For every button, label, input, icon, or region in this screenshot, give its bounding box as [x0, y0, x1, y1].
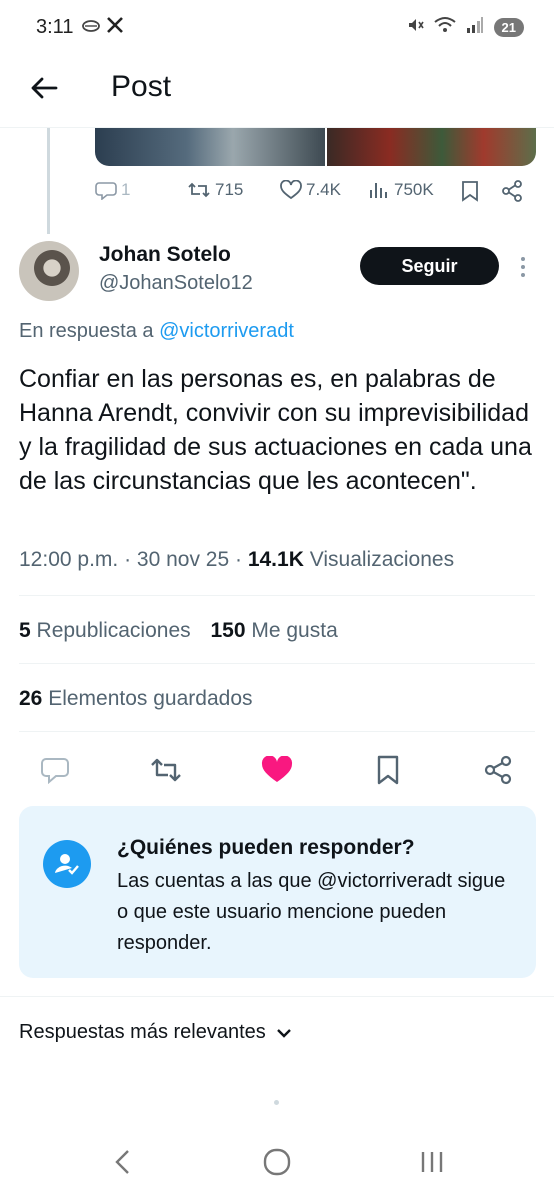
- reply-icon: [41, 758, 69, 784]
- heart-filled-icon: [261, 756, 293, 782]
- system-navigation-bar: [0, 1130, 554, 1200]
- reply-context: En respuesta a @victorriveradt: [19, 320, 294, 343]
- status-bar: 3:11 21: [0, 0, 554, 56]
- meta-separator: ·: [124, 548, 137, 571]
- page-title: Post: [111, 70, 172, 103]
- verified-user-icon: [43, 840, 91, 888]
- status-right-icons: 21: [406, 16, 524, 39]
- x-logo-icon: [106, 16, 124, 39]
- mute-icon: [406, 16, 424, 39]
- more-dot-icon: [521, 265, 525, 269]
- tweet-action-bar: [0, 750, 554, 790]
- system-recents-button[interactable]: [408, 1142, 456, 1182]
- thread-connector-line: [47, 128, 50, 234]
- scroll-indicator: [274, 1100, 279, 1105]
- bookmark-button[interactable]: [370, 752, 406, 788]
- author-name[interactable]: Johan Sotelo: [99, 243, 231, 267]
- divider: [19, 663, 535, 664]
- section-divider: [0, 996, 554, 997]
- replies-sort-dropdown[interactable]: Respuestas más relevantes: [19, 1021, 292, 1044]
- bookmarks-stat[interactable]: 26 Elementos guardados: [19, 687, 253, 711]
- tweet-meta: 12:00 p.m. · 30 nov 25 · 14.1K Visualiza…: [19, 548, 454, 572]
- parent-media-image-1[interactable]: [95, 128, 325, 166]
- chevron-left-icon: [115, 1150, 129, 1174]
- likes-label: Me gusta: [251, 619, 338, 642]
- system-back-button[interactable]: [98, 1142, 146, 1182]
- more-options-button[interactable]: [514, 253, 532, 281]
- saved-label: Elementos guardados: [48, 687, 253, 710]
- engagement-stats: 5 Republicaciones 150 Me gusta: [19, 619, 338, 643]
- status-time: 3:11: [36, 16, 74, 38]
- bookmark-icon: [462, 181, 478, 202]
- reposts-count: 5: [19, 619, 31, 642]
- home-circle-icon: [263, 1148, 291, 1176]
- author-handle[interactable]: @JohanSotelo12: [99, 272, 253, 295]
- cloud-icon: [82, 18, 100, 37]
- back-button[interactable]: [26, 70, 62, 106]
- more-dot-icon: [521, 273, 525, 277]
- replies-sort-label: Respuestas más relevantes: [19, 1021, 266, 1043]
- battery-indicator: 21: [493, 18, 524, 37]
- parent-action-bar: 1 715 7.4K 750K: [95, 180, 535, 212]
- likes-count: 150: [210, 619, 246, 642]
- chevron-down-icon: [276, 1028, 291, 1038]
- parent-reply-button[interactable]: 1: [95, 180, 130, 200]
- parent-media[interactable]: [95, 128, 536, 166]
- tweet-views-count: 14.1K: [247, 548, 304, 571]
- likes-stat[interactable]: 150 Me gusta: [210, 619, 337, 642]
- parent-repost-count: 715: [215, 180, 244, 199]
- who-can-reply-description: Las cuentas a las que @victorriveradt si…: [117, 870, 506, 954]
- reply-mention-link[interactable]: @victorriveradt: [159, 320, 294, 342]
- repost-icon: [151, 758, 181, 782]
- divider: [19, 731, 535, 732]
- parent-share-button[interactable]: [501, 180, 523, 202]
- saved-count: 26: [19, 687, 43, 710]
- reply-context-prefix: En respuesta a: [19, 320, 154, 342]
- reply-button[interactable]: [37, 752, 73, 788]
- analytics-icon: [370, 183, 387, 198]
- system-home-button[interactable]: [253, 1142, 301, 1182]
- heart-icon: [280, 180, 302, 200]
- bookmark-icon: [377, 755, 399, 785]
- parent-bookmark-button[interactable]: [461, 180, 479, 202]
- repost-icon: [188, 182, 210, 198]
- top-app-bar: Post: [0, 56, 554, 128]
- parent-media-image-2[interactable]: [325, 128, 536, 166]
- share-icon: [484, 755, 512, 785]
- reposts-stat[interactable]: 5 Republicaciones: [19, 619, 196, 642]
- meta-separator: ·: [235, 548, 248, 571]
- share-icon: [502, 180, 522, 202]
- divider: [19, 595, 535, 596]
- recents-icon: [421, 1152, 443, 1172]
- follow-button[interactable]: Seguir: [360, 247, 499, 285]
- repost-button[interactable]: [148, 752, 184, 788]
- reposts-label: Republicaciones: [36, 619, 191, 642]
- reply-icon: [95, 182, 117, 200]
- parent-like-count: 7.4K: [306, 180, 341, 199]
- share-button[interactable]: [480, 752, 516, 788]
- wifi-icon: [433, 16, 456, 39]
- parent-views-count: 750K: [394, 180, 434, 199]
- tweet-date[interactable]: 30 nov 25: [137, 548, 229, 571]
- more-dot-icon: [521, 257, 525, 261]
- parent-views-button[interactable]: 750K: [368, 180, 434, 200]
- who-can-reply-title: ¿Quiénes pueden responder?: [117, 836, 415, 859]
- tweet-time[interactable]: 12:00 p.m.: [19, 548, 118, 571]
- parent-like-button[interactable]: 7.4K: [280, 180, 341, 200]
- avatar[interactable]: [19, 241, 79, 301]
- tweet-text: Confiar en las personas es, en palabras …: [19, 365, 532, 495]
- like-button[interactable]: [259, 752, 295, 788]
- parent-reply-count: 1: [121, 180, 131, 199]
- who-can-reply-card: ¿Quiénes pueden responder? Las cuentas a…: [19, 806, 536, 978]
- status-left-icons: [82, 16, 124, 39]
- parent-repost-button[interactable]: 715: [187, 180, 243, 200]
- tweet-views-label: Visualizaciones: [309, 548, 455, 571]
- signal-icon: [466, 16, 484, 39]
- arrow-left-icon: [31, 77, 58, 99]
